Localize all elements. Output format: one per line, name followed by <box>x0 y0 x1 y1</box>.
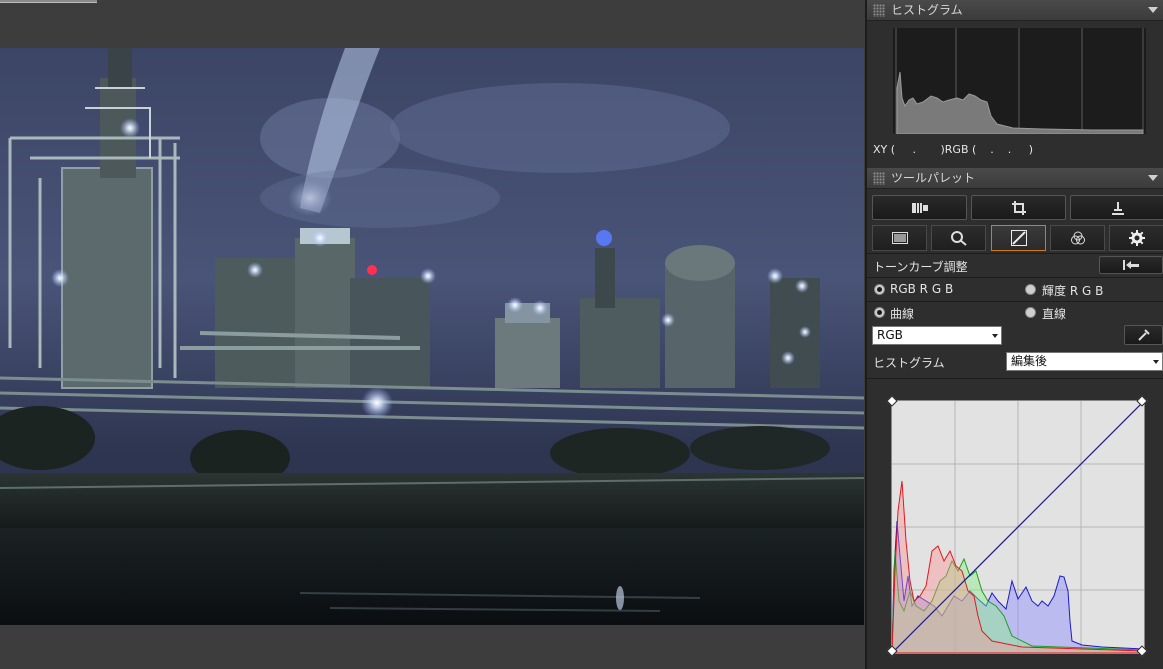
channel-select-value: RGB <box>877 328 903 342</box>
grip-icon[interactable] <box>873 4 885 17</box>
tab-nr-lens[interactable] <box>931 225 986 251</box>
mode-luminance-label: 輝度 R G B <box>1042 284 1104 298</box>
preview-photo[interactable] <box>0 48 864 625</box>
separator <box>867 378 1163 379</box>
reset-button[interactable] <box>1099 256 1163 274</box>
crop-button[interactable] <box>971 195 1066 220</box>
chevron-down-icon <box>992 334 998 338</box>
basic-image-adjust-icon <box>891 232 908 244</box>
stamp-button[interactable] <box>1070 195 1163 220</box>
settings-gear-icon <box>1128 230 1145 246</box>
right-panel: ヒストグラム XY ( . )RGB ( . . ) ツールパレット トーンカー… <box>865 0 1163 669</box>
histogram-palette-header[interactable]: ヒストグラム <box>867 0 1163 21</box>
luminance-histogram <box>895 28 1144 135</box>
mode-rgb-radio[interactable] <box>874 284 885 295</box>
color-adjust-icon <box>1070 231 1085 245</box>
linear-radio[interactable] <box>1025 307 1036 318</box>
preview-top-tab[interactable] <box>0 0 97 3</box>
eyedropper-button[interactable] <box>1124 325 1163 345</box>
separator <box>867 253 1163 254</box>
tone-curve-title: トーンカーブ調整 <box>873 260 968 274</box>
histogram-display-select[interactable]: 編集後 <box>1006 352 1163 371</box>
crop-icon <box>1011 200 1026 215</box>
collapse-arrow-icon[interactable] <box>1148 7 1158 13</box>
histogram-display-label: ヒストグラム <box>873 356 945 370</box>
nr-lens-icon <box>950 231 967 246</box>
grip-icon[interactable] <box>873 172 885 185</box>
tool-palette-title: ツールパレット <box>891 171 976 185</box>
app-window: ヒストグラム XY ( . )RGB ( . . ) ツールパレット トーンカー… <box>0 0 1163 669</box>
mode-luminance-radio[interactable] <box>1025 284 1036 295</box>
basic-adjust-icon <box>911 202 928 213</box>
histogram-display-value: 編集後 <box>1011 354 1048 368</box>
tab-tone-curve[interactable] <box>991 225 1046 251</box>
tab-settings[interactable] <box>1109 225 1163 251</box>
stamp-icon <box>1111 201 1124 215</box>
linear-label: 直線 <box>1042 307 1067 321</box>
image-preview-area <box>0 0 865 669</box>
histogram-palette-title: ヒストグラム <box>891 3 963 17</box>
reset-arrow-icon <box>1123 260 1139 270</box>
separator <box>867 277 1163 278</box>
tab-basic-image-adjust[interactable] <box>872 225 927 251</box>
collapse-arrow-icon[interactable] <box>1148 175 1158 181</box>
tab-color-adjust[interactable] <box>1050 225 1105 251</box>
separator <box>867 301 1163 302</box>
chevron-down-icon <box>1153 360 1159 364</box>
mode-rgb-label: RGB R G B <box>890 282 954 296</box>
tone-curve-icon <box>1010 230 1027 246</box>
eyedropper-icon <box>1137 329 1150 341</box>
channel-select[interactable]: RGB <box>872 326 1002 345</box>
curve-radio[interactable] <box>874 307 885 318</box>
tone-curve-graph[interactable] <box>886 395 1148 657</box>
basic-adjust-button[interactable] <box>872 195 967 220</box>
night-factory-photo <box>0 48 864 625</box>
tone-curve-plot <box>891 400 1145 654</box>
xy-rgb-readout: XY ( . )RGB ( . . ) <box>873 143 1034 156</box>
tool-palette-header[interactable]: ツールパレット <box>867 168 1163 189</box>
histogram-graph <box>893 28 1146 135</box>
curve-label: 曲線 <box>890 307 915 321</box>
